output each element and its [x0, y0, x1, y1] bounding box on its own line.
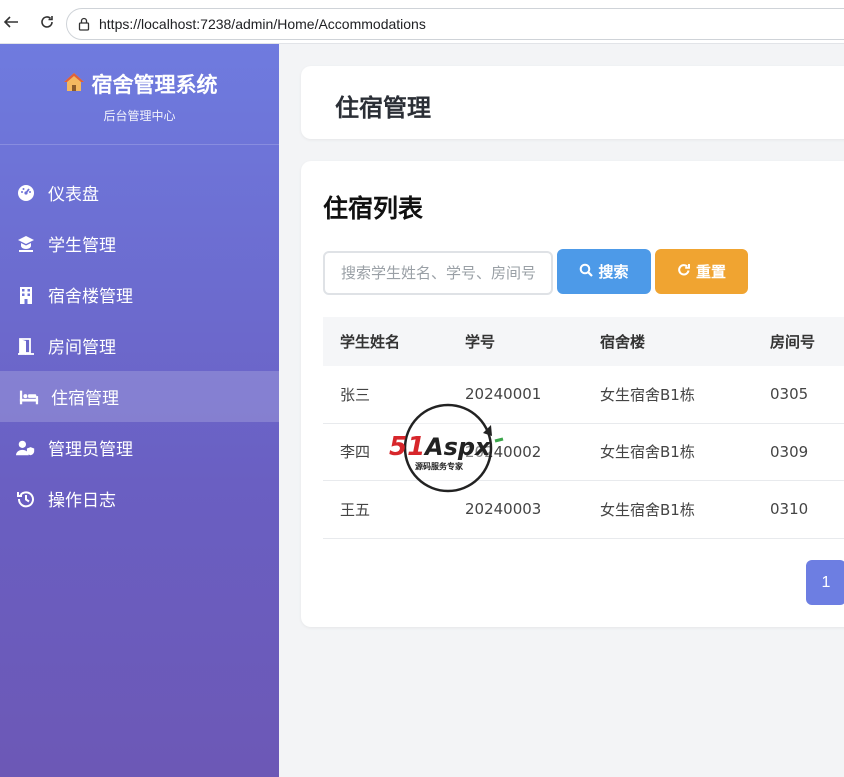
table-cell: 张三 [340, 385, 371, 404]
reload-icon[interactable] [36, 11, 58, 33]
table-cell: 0305 [770, 385, 809, 404]
sidebar-item-students[interactable]: 学生管理 [0, 218, 279, 269]
sidebar: 宿舍管理系统 后台管理中心 仪表盘 学生管理 宿舍楼管理 房间管理 住宿管理 管… [0, 44, 279, 777]
reset-button-label: 重置 [695, 263, 726, 281]
brand-subtitle: 后台管理中心 [103, 109, 176, 123]
sidebar-item-label: 操作日志 [48, 491, 116, 511]
lock-icon [77, 17, 91, 31]
back-arrow-icon[interactable] [0, 11, 22, 33]
list-title: 住宿列表 [323, 194, 424, 223]
sidebar-item-buildings[interactable]: 宿舍楼管理 [0, 269, 279, 320]
pagination-page-button[interactable]: 1 [806, 560, 844, 605]
svg-text:Aspx: Aspx [423, 433, 492, 461]
search-button-label: 搜索 [598, 263, 629, 281]
sidebar-item-rooms[interactable]: 房间管理 [0, 320, 279, 371]
table-cell: 王五 [340, 500, 371, 519]
column-header: 宿舍楼 [600, 333, 646, 351]
page-title: 住宿管理 [335, 94, 431, 122]
header-card: 住宿管理 [301, 66, 844, 139]
building-icon [16, 285, 36, 305]
sidebar-item-label: 房间管理 [48, 338, 116, 358]
sidebar-item-logs[interactable]: 操作日志 [0, 473, 279, 524]
dashboard-icon [16, 183, 36, 203]
brand-title: 宿舍管理系统 [0, 69, 279, 99]
table-cell: 李四 [340, 443, 371, 462]
reset-button[interactable]: 重置 [655, 249, 748, 294]
table-cell: 女生宿舍B1栋 [600, 500, 695, 519]
column-header: 学号 [465, 333, 496, 351]
sidebar-item-admins[interactable]: 管理员管理 [0, 422, 279, 473]
door-icon [16, 336, 36, 356]
sidebar-item-accommodations[interactable]: 住宿管理 [0, 371, 279, 422]
watermark-subtext: 源码服务专家 [415, 461, 464, 471]
bed-icon [19, 387, 39, 407]
graduate-icon [16, 234, 36, 254]
column-header: 房间号 [770, 333, 816, 351]
sidebar-item-label: 宿舍楼管理 [48, 287, 133, 307]
watermark-logo: 51 Aspx 源码服务专家 [387, 403, 507, 493]
table-cell: 20240001 [465, 385, 542, 404]
list-card: 住宿列表 搜索 重置 学生姓名 学号 宿舍楼 房间号 张三 20240001 女… [301, 161, 844, 627]
svg-text:51: 51 [389, 432, 425, 462]
table-cell: 女生宿舍B1栋 [600, 385, 695, 404]
sidebar-item-label: 管理员管理 [48, 440, 133, 460]
table-cell: 女生宿舍B1栋 [600, 443, 695, 462]
sidebar-menu: 仪表盘 学生管理 宿舍楼管理 房间管理 住宿管理 管理员管理 操作日志 [0, 167, 279, 524]
refresh-icon [677, 263, 691, 281]
table-header: 学生姓名 学号 宿舍楼 房间号 [323, 317, 844, 366]
history-icon [16, 489, 36, 509]
search-input[interactable] [323, 251, 553, 295]
user-shield-icon [16, 438, 36, 458]
table-cell: 0310 [770, 500, 809, 519]
url-text: https://localhost:7238/admin/Home/Accomm… [99, 16, 426, 32]
sidebar-item-dashboard[interactable]: 仪表盘 [0, 167, 279, 218]
sidebar-item-label: 仪表盘 [48, 185, 99, 205]
search-button[interactable]: 搜索 [557, 249, 651, 294]
column-header: 学生姓名 [340, 333, 401, 351]
address-bar[interactable]: https://localhost:7238/admin/Home/Accomm… [66, 8, 844, 40]
search-icon [579, 263, 594, 281]
house-icon [62, 71, 86, 98]
sidebar-item-label: 学生管理 [48, 236, 116, 256]
table-cell: 0309 [770, 442, 809, 461]
brand-title-text: 宿舍管理系统 [91, 73, 218, 97]
brand: 宿舍管理系统 后台管理中心 [0, 44, 279, 145]
sidebar-item-label: 住宿管理 [51, 389, 119, 409]
table-cell: 20240003 [465, 500, 542, 519]
browser-toolbar: https://localhost:7238/admin/Home/Accomm… [0, 0, 844, 44]
